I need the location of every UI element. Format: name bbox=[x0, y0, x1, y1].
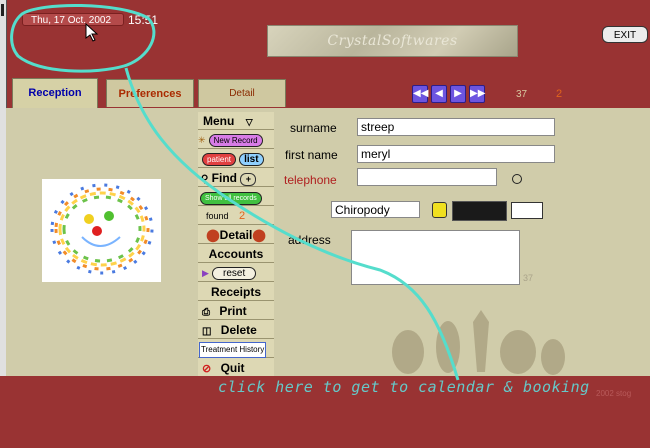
arrow-line-icon bbox=[124, 67, 460, 381]
cursor-icon bbox=[85, 22, 99, 42]
annotation-overlay bbox=[10, 4, 460, 381]
highlight-circle-icon bbox=[10, 4, 156, 73]
